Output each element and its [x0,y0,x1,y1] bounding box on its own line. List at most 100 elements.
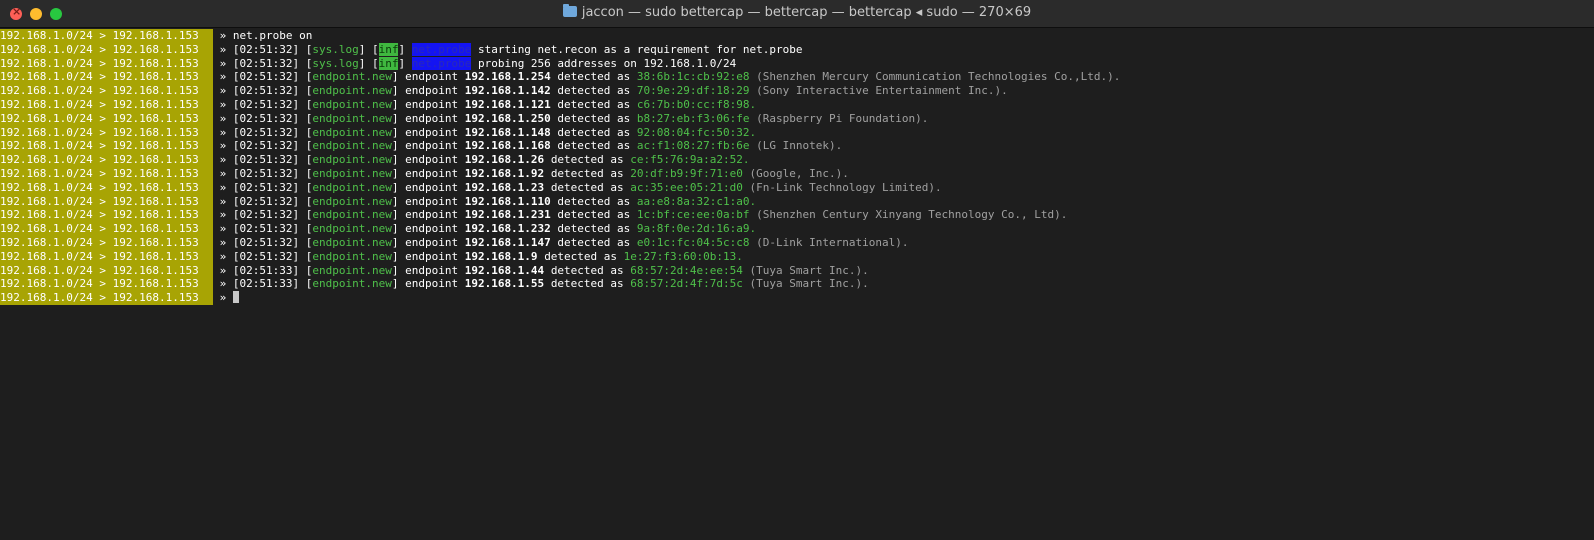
endpoint-word: endpoint [405,249,459,263]
prompt-subnet: 192.168.1.0/24 [0,111,93,125]
log-tag: endpoint.new [312,166,392,180]
prompt-subnet: 192.168.1.0/24 [0,180,93,194]
endpoint-word: endpoint [405,125,459,139]
endpoint-vendor: (Shenzhen Century Xinyang Technology Co.… [756,208,1068,222]
prompt-subnet: 192.168.1.0/24 [0,249,93,263]
prompt-chevron: » [219,139,227,153]
log-tag: endpoint.new [312,97,392,111]
prompt-subnet: 192.168.1.0/24 [0,235,93,249]
prompt-host: 192.168.1.153 [112,111,199,125]
prompt-host: 192.168.1.153 [112,139,199,153]
text-cursor[interactable] [232,291,239,304]
window-title: jaccon — sudo bettercap — bettercap — be… [0,4,1594,20]
log-tag: endpoint.new [312,84,392,98]
log-tag: endpoint.new [312,180,392,194]
endpoint-vendor: (Sony Interactive Entertainment Inc.). [756,84,1008,98]
prompt-host: 192.168.1.153 [112,56,199,70]
prompt-chevron: » [219,84,227,98]
folder-icon [562,4,577,17]
terminal-output[interactable]: 192.168.1.0/24 > 192.168.1.153 » net.pro… [0,29,1594,305]
command-line: 192.168.1.0/24 > 192.168.1.153 » net.pro… [0,29,1594,43]
prompt: 192.168.1.0/24 > 192.168.1.153 [0,235,213,250]
log-tag: endpoint.new [312,222,392,236]
endpoint-word: endpoint [405,166,459,180]
prompt-subnet: 192.168.1.0/24 [0,29,93,42]
endpoint-ip: 192.168.1.148 [464,125,551,139]
active-prompt-line[interactable]: 192.168.1.0/24 > 192.168.1.153 » [0,291,1594,305]
prompt-host: 192.168.1.153 [112,222,199,236]
detected-as-text: detected as [550,153,624,167]
prompt-host: 192.168.1.153 [112,249,199,263]
prompt: 192.168.1.0/24 > 192.168.1.153 [0,166,213,181]
endpoint-mac: ce:f5:76:9a:a2:52. [630,153,750,167]
prompt-subnet: 192.168.1.0/24 [0,222,93,236]
prompt-chevron: » [219,42,227,56]
detected-as-text: detected as [550,166,624,180]
log-time: [02:51:33] [232,277,300,291]
prompt: 192.168.1.0/24 > 192.168.1.153 [0,194,213,209]
window-title-text: jaccon — sudo bettercap — bettercap — be… [581,5,1032,20]
prompt-host: 192.168.1.153 [112,29,199,42]
endpoint-line: 192.168.1.0/24 > 192.168.1.153 » [02:51:… [0,139,843,154]
prompt: 192.168.1.0/24 > 192.168.1.153 [0,42,213,57]
prompt: 192.168.1.0/24 > 192.168.1.153 [0,29,213,43]
endpoint-mac: 1e:27:f3:60:0b:13. [623,249,743,263]
prompt: 192.168.1.0/24 > 192.168.1.153 [0,70,213,85]
prompt-chevron: » [219,249,227,263]
log-text: probing 256 addresses on 192.168.1.0/24 [477,56,737,70]
prompt: 192.168.1.0/24 > 192.168.1.153 [0,84,213,98]
prompt: 192.168.1.0/24 > 192.168.1.153 [0,208,213,223]
endpoint-word: endpoint [405,180,459,194]
prompt: 192.168.1.0/24 > 192.168.1.153 [0,97,213,112]
prompt: 192.168.1.0/24 > 192.168.1.153 [0,139,213,154]
endpoint-ip: 192.168.1.92 [464,166,545,180]
prompt: 192.168.1.0/24 > 192.168.1.153 [0,277,213,292]
log-time: [02:51:32] [232,166,300,180]
log-tag: endpoint.new [312,194,392,208]
detected-as-text: detected as [557,139,631,153]
endpoint-ip: 192.168.1.142 [464,84,551,98]
log-text: starting net.recon as a requirement for … [477,42,803,56]
prompt-subnet: 192.168.1.0/24 [0,70,93,84]
prompt-chevron: » [219,235,227,249]
log-time: [02:51:32] [232,125,300,139]
title-bar[interactable]: jaccon — sudo bettercap — bettercap — be… [0,0,1594,28]
prompt-arrow: > [99,139,106,153]
endpoint-mac: 9a:8f:0e:2d:16:a9. [636,222,757,236]
prompt-host: 192.168.1.153 [112,277,199,291]
endpoint-ip: 192.168.1.250 [464,111,551,125]
endpoint-word: endpoint [405,263,459,277]
endpoint-ip: 192.168.1.9 [464,249,538,263]
prompt-chevron: » [219,111,227,125]
endpoint-line: 192.168.1.0/24 > 192.168.1.153 » [02:51:… [0,263,869,278]
prompt-chevron: » [219,70,227,84]
log-time: [02:51:33] [232,263,300,277]
endpoint-line: 192.168.1.0/24 > 192.168.1.153 » [02:51:… [0,249,743,264]
endpoint-mac: 38:6b:1c:cb:92:e8 [636,70,750,84]
prompt-arrow: > [99,222,106,236]
prompt-subnet: 192.168.1.0/24 [0,153,93,167]
prompt-host: 192.168.1.153 [112,194,199,208]
prompt-subnet: 192.168.1.0/24 [0,42,93,56]
endpoint-word: endpoint [405,153,459,167]
prompt-host: 192.168.1.153 [112,42,199,56]
log-time: [02:51:32] [232,111,300,125]
module-badge: net.probe [411,56,472,70]
prompt-chevron: » [219,194,227,208]
prompt-chevron: » [219,166,227,180]
prompt: 192.168.1.0/24 > 192.168.1.153 [0,222,213,236]
endpoint-ip: 192.168.1.55 [464,277,545,291]
prompt-chevron: » [219,180,227,194]
log-tag: endpoint.new [312,153,392,167]
detected-as-text: detected as [557,97,631,111]
prompt-subnet: 192.168.1.0/24 [0,97,93,111]
endpoint-word: endpoint [405,208,459,222]
log-tag: endpoint.new [312,125,392,139]
log-time: [02:51:32] [232,70,300,84]
endpoint-ip: 192.168.1.231 [464,208,551,222]
prompt-subnet: 192.168.1.0/24 [0,194,93,208]
endpoint-line: 192.168.1.0/24 > 192.168.1.153 » [02:51:… [0,208,1068,223]
endpoint-mac: c6:7b:b0:cc:f8:98. [636,97,757,111]
prompt: 192.168.1.0/24 > 192.168.1.153 [0,180,213,195]
endpoint-line: 192.168.1.0/24 > 192.168.1.153 » [02:51:… [0,97,757,112]
